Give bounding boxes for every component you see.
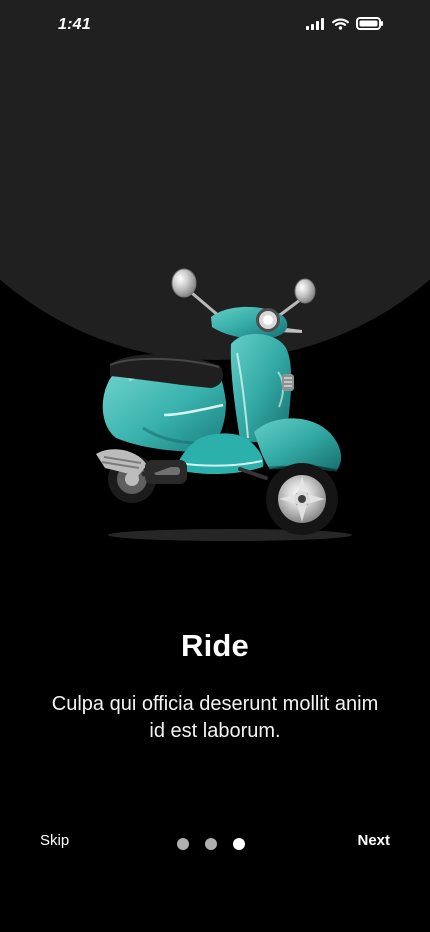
- skip-button[interactable]: Skip: [40, 832, 69, 849]
- signal-icon: [306, 17, 324, 30]
- page-indicator: [177, 838, 245, 850]
- page-dot-2[interactable]: [205, 838, 217, 850]
- status-bar: 1:41: [0, 0, 430, 50]
- onboarding-navigation: Skip Next: [0, 824, 430, 864]
- wifi-icon: [332, 17, 349, 30]
- page-description: Culpa qui officia deserunt mollit anim i…: [51, 693, 379, 742]
- onboarding-screen: 1:41 Ride Culpa qui officia deserunt mol…: [0, 0, 430, 932]
- page-dot-3[interactable]: [233, 838, 245, 850]
- page-dot-1[interactable]: [177, 838, 189, 850]
- page-title: Ride: [181, 628, 249, 663]
- scooter-image: [96, 268, 352, 541]
- next-button[interactable]: Next: [357, 832, 390, 849]
- status-icons: [306, 17, 384, 30]
- battery-icon: [356, 17, 383, 30]
- status-time: 1:41: [58, 16, 91, 33]
